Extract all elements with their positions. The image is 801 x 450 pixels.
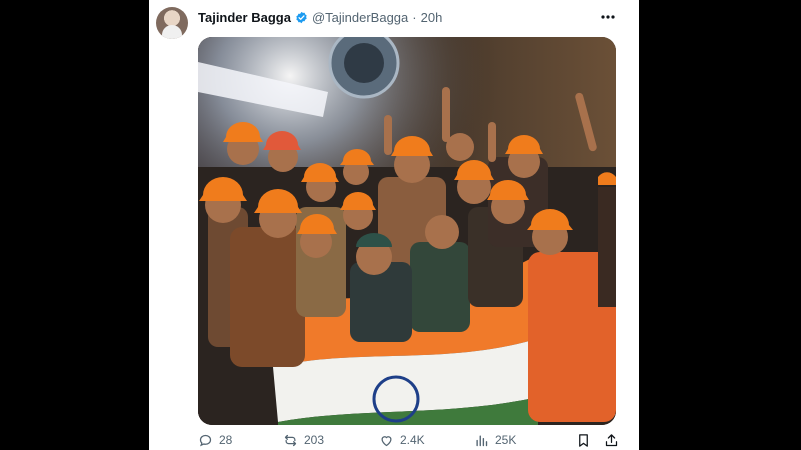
photo-illustration bbox=[198, 37, 616, 425]
repost-icon bbox=[284, 434, 297, 446]
views-button[interactable]: 25K bbox=[474, 433, 576, 448]
avatar[interactable] bbox=[156, 7, 188, 39]
author-handle[interactable]: @TajinderBagga bbox=[312, 10, 408, 25]
tweet-time[interactable]: 20h bbox=[421, 10, 443, 25]
views-count: 25K bbox=[495, 433, 517, 447]
like-button[interactable]: 2.4K bbox=[379, 433, 474, 448]
reply-count: 28 bbox=[219, 433, 233, 447]
share-button[interactable] bbox=[604, 433, 624, 448]
author-name[interactable]: Tajinder Bagga bbox=[198, 10, 291, 25]
repost-count: 203 bbox=[304, 433, 325, 447]
tweet-card: Tajinder Bagga @TajinderBagga · 20h 28 2… bbox=[149, 0, 639, 450]
reply-button[interactable]: 28 bbox=[198, 433, 283, 448]
views-chart-icon bbox=[476, 434, 488, 446]
tweet-media-photo[interactable] bbox=[198, 37, 616, 425]
heart-icon bbox=[381, 435, 392, 446]
bookmark-button[interactable] bbox=[576, 433, 604, 448]
reply-icon bbox=[199, 434, 212, 446]
tweet-actions: 28 203 2.4K 25K bbox=[198, 431, 628, 449]
repost-button[interactable]: 203 bbox=[283, 433, 379, 448]
tweet-header: Tajinder Bagga @TajinderBagga · 20h bbox=[198, 8, 442, 26]
like-count: 2.4K bbox=[400, 433, 425, 447]
verified-badge-icon bbox=[296, 11, 307, 23]
more-options-icon[interactable] bbox=[597, 8, 619, 26]
separator-dot: · bbox=[412, 9, 417, 25]
share-icon bbox=[605, 433, 618, 446]
bookmark-icon bbox=[579, 433, 588, 447]
